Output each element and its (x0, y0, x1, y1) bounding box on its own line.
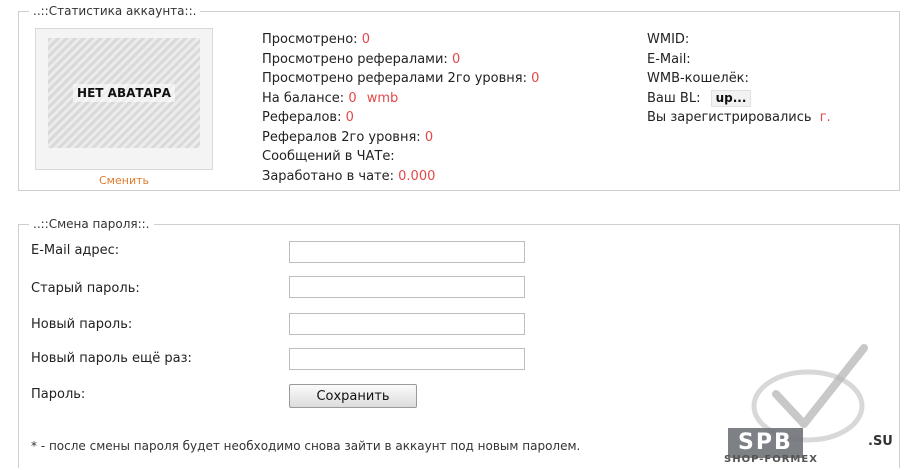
stat-referrals-l2: Рефералов 2го уровня: 0 (262, 129, 434, 145)
stat-viewed-by-refs-l2-value: 0 (531, 71, 540, 86)
stat-viewed-by-refs-value: 0 (451, 51, 461, 67)
info-registered: Вы зарегистрировались г. (647, 110, 831, 125)
stat-referrals-l2-value: 0 (424, 129, 434, 145)
info-email: E-Mail: (647, 51, 691, 67)
info-wmid: WMID: (647, 32, 690, 47)
stat-referrals-value: 0 (345, 110, 354, 125)
info-wmb-wallet: WMB-кошелёк: (647, 71, 749, 86)
stat-viewed: Просмотрено: 0 (262, 32, 370, 47)
watermark-domain: .SU (868, 434, 893, 449)
stats-right-column: WMID: E-Mail: WMB-кошелёк: Ваш BL: up...… (647, 30, 831, 128)
avatar-placeholder-image: НЕТ АВАТАРА (48, 38, 200, 148)
password-change-note: * - после смены пароля будет необходимо … (31, 439, 581, 453)
stat-viewed-by-refs-l2: Просмотрено рефералами 2го уровня: 0 (262, 71, 540, 86)
stat-chat-earned-value: 0.000 (398, 168, 436, 184)
change-avatar-link[interactable]: Сменить (36, 174, 212, 187)
email-address-input[interactable] (289, 241, 525, 263)
info-registered-value: г. (819, 110, 831, 125)
new-password-again-label: Новый пароль ещё раз: (31, 351, 192, 366)
new-password-input[interactable] (289, 313, 525, 335)
stat-chat-earned: Заработано в чате: 0.000 (262, 168, 436, 184)
stat-balance-unit: wmb (366, 90, 399, 106)
old-password-input[interactable] (289, 276, 525, 298)
stat-viewed-value: 0 (361, 32, 370, 47)
info-bl: Ваш BL: up... (647, 89, 831, 109)
account-stats-legend: ..::Статистика аккаунта::. (29, 3, 201, 19)
stats-middle-column: Просмотрено: 0 Просмотрено рефералами: 0… (262, 30, 539, 186)
stat-balance: На балансе: 0 wmb (262, 90, 399, 106)
change-password-legend: ..::Смена пароля::. (29, 216, 154, 232)
bl-value-badge: up... (710, 89, 752, 107)
stat-referrals: Рефералов: 0 (262, 110, 354, 125)
new-password-label: Новый пароль: (31, 317, 133, 332)
old-password-label: Старый пароль: (31, 281, 140, 296)
watermark-subtitle: SHOP-FORMEX (724, 454, 818, 465)
stat-balance-value: 0 (348, 90, 357, 106)
stat-chat-messages: Сообщений в ЧАТе: (262, 149, 395, 164)
watermark-logo: SPB .SU SHOP-FORMEX (724, 344, 916, 466)
stat-viewed-by-refs: Просмотрено рефералами: 0 (262, 51, 461, 67)
avatar-frame: НЕТ АВАТАРА Сменить (35, 28, 213, 187)
avatar-placeholder-text: НЕТ АВАТАРА (73, 84, 175, 102)
password-label: Пароль: (31, 387, 86, 402)
email-address-label: E-Mail адрес: (31, 243, 120, 258)
save-button[interactable]: Сохранить (289, 384, 417, 408)
account-stats-panel: ..::Статистика аккаунта::. НЕТ АВАТАРА С… (18, 3, 900, 191)
new-password-again-input[interactable] (289, 348, 525, 370)
